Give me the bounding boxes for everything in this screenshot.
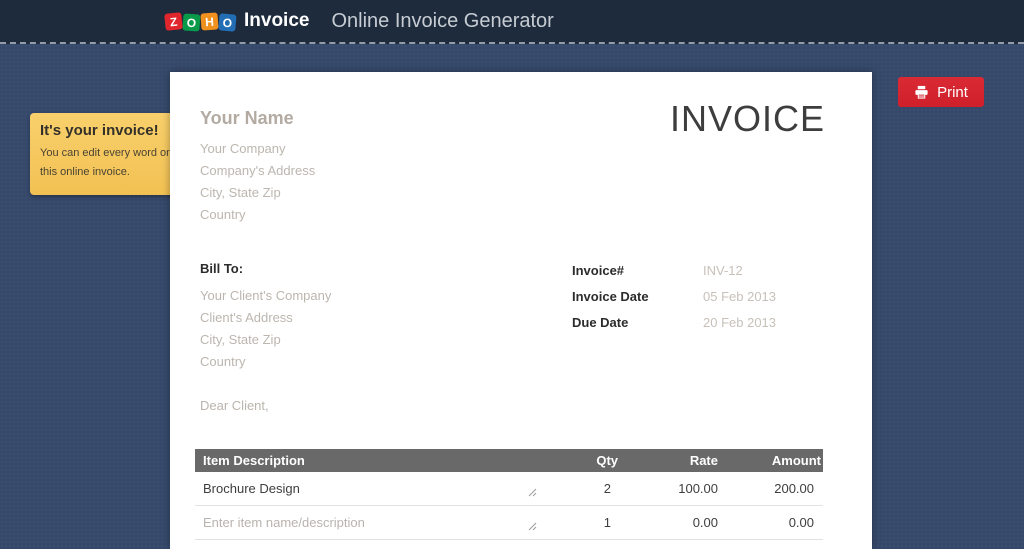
item-rate-field[interactable]: 0.00: [618, 515, 718, 530]
resize-handle-icon[interactable]: [528, 485, 537, 500]
client-city-field[interactable]: City, State Zip: [200, 329, 331, 351]
line-items-table: Item Description Qty Rate Amount Brochur…: [195, 449, 823, 540]
tooltip-title: It's your invoice!: [40, 122, 175, 139]
item-description-field[interactable]: Enter item name/description: [195, 515, 525, 530]
due-date-label[interactable]: Due Date: [572, 315, 703, 331]
sender-city-field[interactable]: City, State Zip: [200, 182, 315, 204]
item-rate-field[interactable]: 100.00: [618, 481, 718, 496]
invoice-date-row: Invoice Date 05 Feb 2013: [572, 289, 776, 305]
page-title: Online Invoice Generator: [331, 10, 553, 33]
edit-hint-tooltip: It's your invoice! You can edit every wo…: [30, 113, 185, 195]
tooltip-body: You can edit every word on this online i…: [40, 144, 175, 183]
invoice-meta-block: Invoice# INV-12 Invoice Date 05 Feb 2013…: [572, 263, 776, 341]
invoice-date-value[interactable]: 05 Feb 2013: [703, 289, 776, 305]
table-row: Brochure Design 2 100.00 200.00: [195, 472, 823, 506]
logo-tile-z: Z: [164, 12, 183, 31]
item-amount-value: 0.00: [718, 515, 823, 530]
zoho-logo[interactable]: Z O H O Invoice: [165, 10, 309, 32]
client-country-field[interactable]: Country: [200, 351, 331, 373]
invoice-number-row: Invoice# INV-12: [572, 263, 776, 279]
logo-tile-h: H: [200, 12, 218, 30]
invoice-number-value[interactable]: INV-12: [703, 263, 743, 279]
item-qty-field[interactable]: 1: [525, 515, 618, 530]
printer-icon: [914, 85, 929, 100]
item-amount-value: 200.00: [718, 481, 823, 496]
due-date-value[interactable]: 20 Feb 2013: [703, 315, 776, 331]
table-row: Enter item name/description 1 0.00 0.00: [195, 506, 823, 540]
sender-country-field[interactable]: Country: [200, 204, 315, 226]
sender-block: Your Name Your Company Company's Address…: [200, 108, 315, 226]
bill-to-label[interactable]: Bill To:: [200, 261, 331, 276]
header-qty: Qty: [525, 453, 618, 468]
sender-name-field[interactable]: Your Name: [200, 108, 315, 129]
logo-tile-o2: O: [218, 13, 236, 31]
header-item-description: Item Description: [195, 453, 525, 468]
invoice-paper: Your Name Your Company Company's Address…: [170, 72, 872, 549]
item-qty-field[interactable]: 2: [525, 481, 618, 496]
header-amount: Amount: [718, 453, 823, 468]
client-address-field[interactable]: Client's Address: [200, 307, 331, 329]
zoho-logo-tiles: Z O H O: [165, 13, 237, 30]
client-company-field[interactable]: Your Client's Company: [200, 285, 331, 307]
app-header: Z O H O Invoice Online Invoice Generator: [0, 0, 1024, 44]
due-date-row: Due Date 20 Feb 2013: [572, 315, 776, 331]
salutation-field[interactable]: Dear Client,: [200, 398, 269, 413]
logo-product-name: Invoice: [244, 10, 309, 32]
print-button-label: Print: [937, 84, 968, 101]
sender-company-field[interactable]: Your Company: [200, 138, 315, 160]
header-rate: Rate: [618, 453, 718, 468]
bill-to-block: Bill To: Your Client's Company Client's …: [200, 261, 331, 373]
table-header-row: Item Description Qty Rate Amount: [195, 449, 823, 472]
invoice-heading[interactable]: INVOICE: [670, 98, 825, 140]
print-button[interactable]: Print: [898, 77, 984, 107]
invoice-date-label[interactable]: Invoice Date: [572, 289, 703, 305]
item-description-field[interactable]: Brochure Design: [195, 481, 525, 496]
logo-tile-o1: O: [182, 13, 200, 31]
resize-handle-icon[interactable]: [528, 519, 537, 534]
sender-address-field[interactable]: Company's Address: [200, 160, 315, 182]
page-background: It's your invoice! You can edit every wo…: [0, 44, 1024, 549]
invoice-number-label[interactable]: Invoice#: [572, 263, 703, 279]
